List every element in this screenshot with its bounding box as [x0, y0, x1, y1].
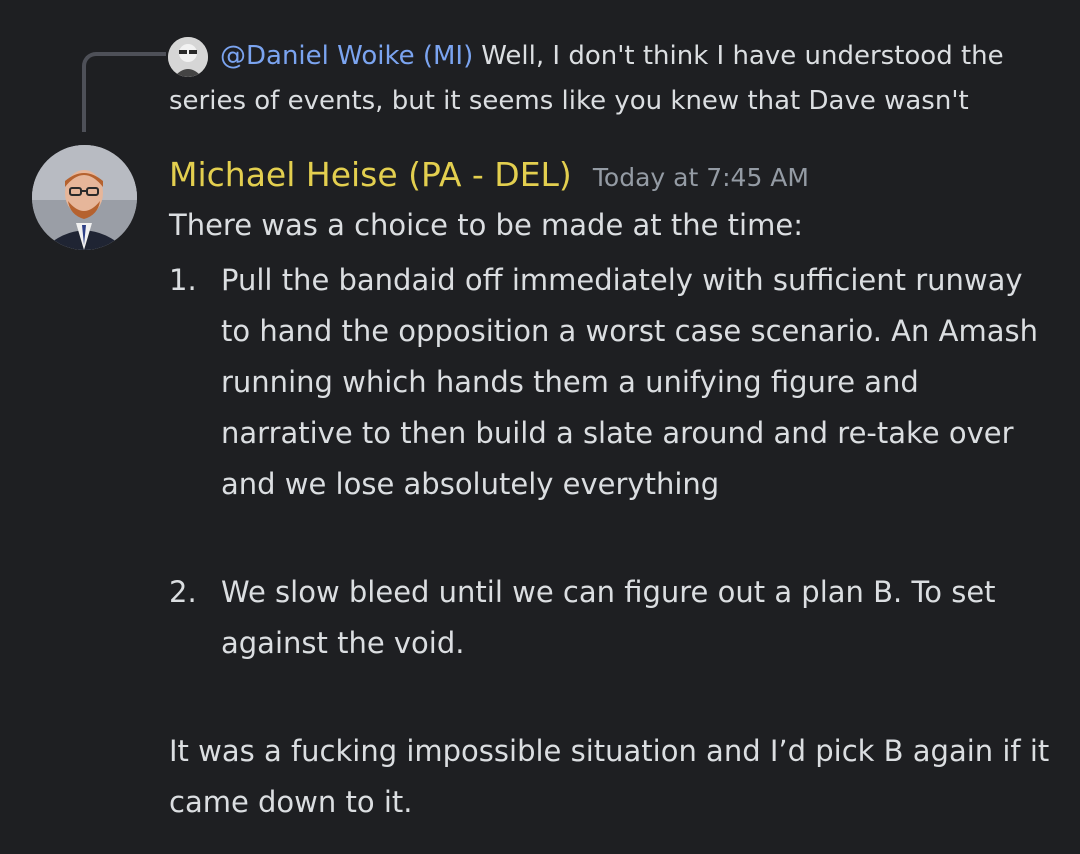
- message-closing: It was a fucking impossible situation an…: [169, 734, 1050, 819]
- list-item: 2. We slow bleed until we can figure out…: [169, 567, 1059, 669]
- message-list: 1. Pull the bandaid off immediately with…: [169, 255, 1059, 669]
- reply-preview[interactable]: @Daniel Woike (MI) Well, I don't think I …: [169, 34, 1049, 124]
- author-avatar[interactable]: [32, 145, 137, 250]
- reply-connector: [82, 52, 166, 132]
- message-intro: There was a choice to be made at the tim…: [169, 208, 803, 242]
- message-content: There was a choice to be made at the tim…: [169, 200, 1059, 828]
- author-name[interactable]: Michael Heise (PA - DEL): [169, 155, 572, 194]
- list-item-number: 1.: [169, 263, 197, 297]
- reply-mention[interactable]: @Daniel Woike (MI): [220, 41, 473, 71]
- message-header: Michael Heise (PA - DEL) Today at 7:45 A…: [169, 150, 809, 200]
- author-avatar-image: [32, 145, 137, 250]
- list-item: 1. Pull the bandaid off immediately with…: [169, 255, 1059, 510]
- message-timestamp[interactable]: Today at 7:45 AM: [593, 163, 809, 192]
- list-item-number: 2.: [169, 575, 197, 609]
- list-item-text: We slow bleed until we can figure out a …: [221, 575, 996, 660]
- list-item-text: Pull the bandaid off immediately with su…: [221, 263, 1038, 501]
